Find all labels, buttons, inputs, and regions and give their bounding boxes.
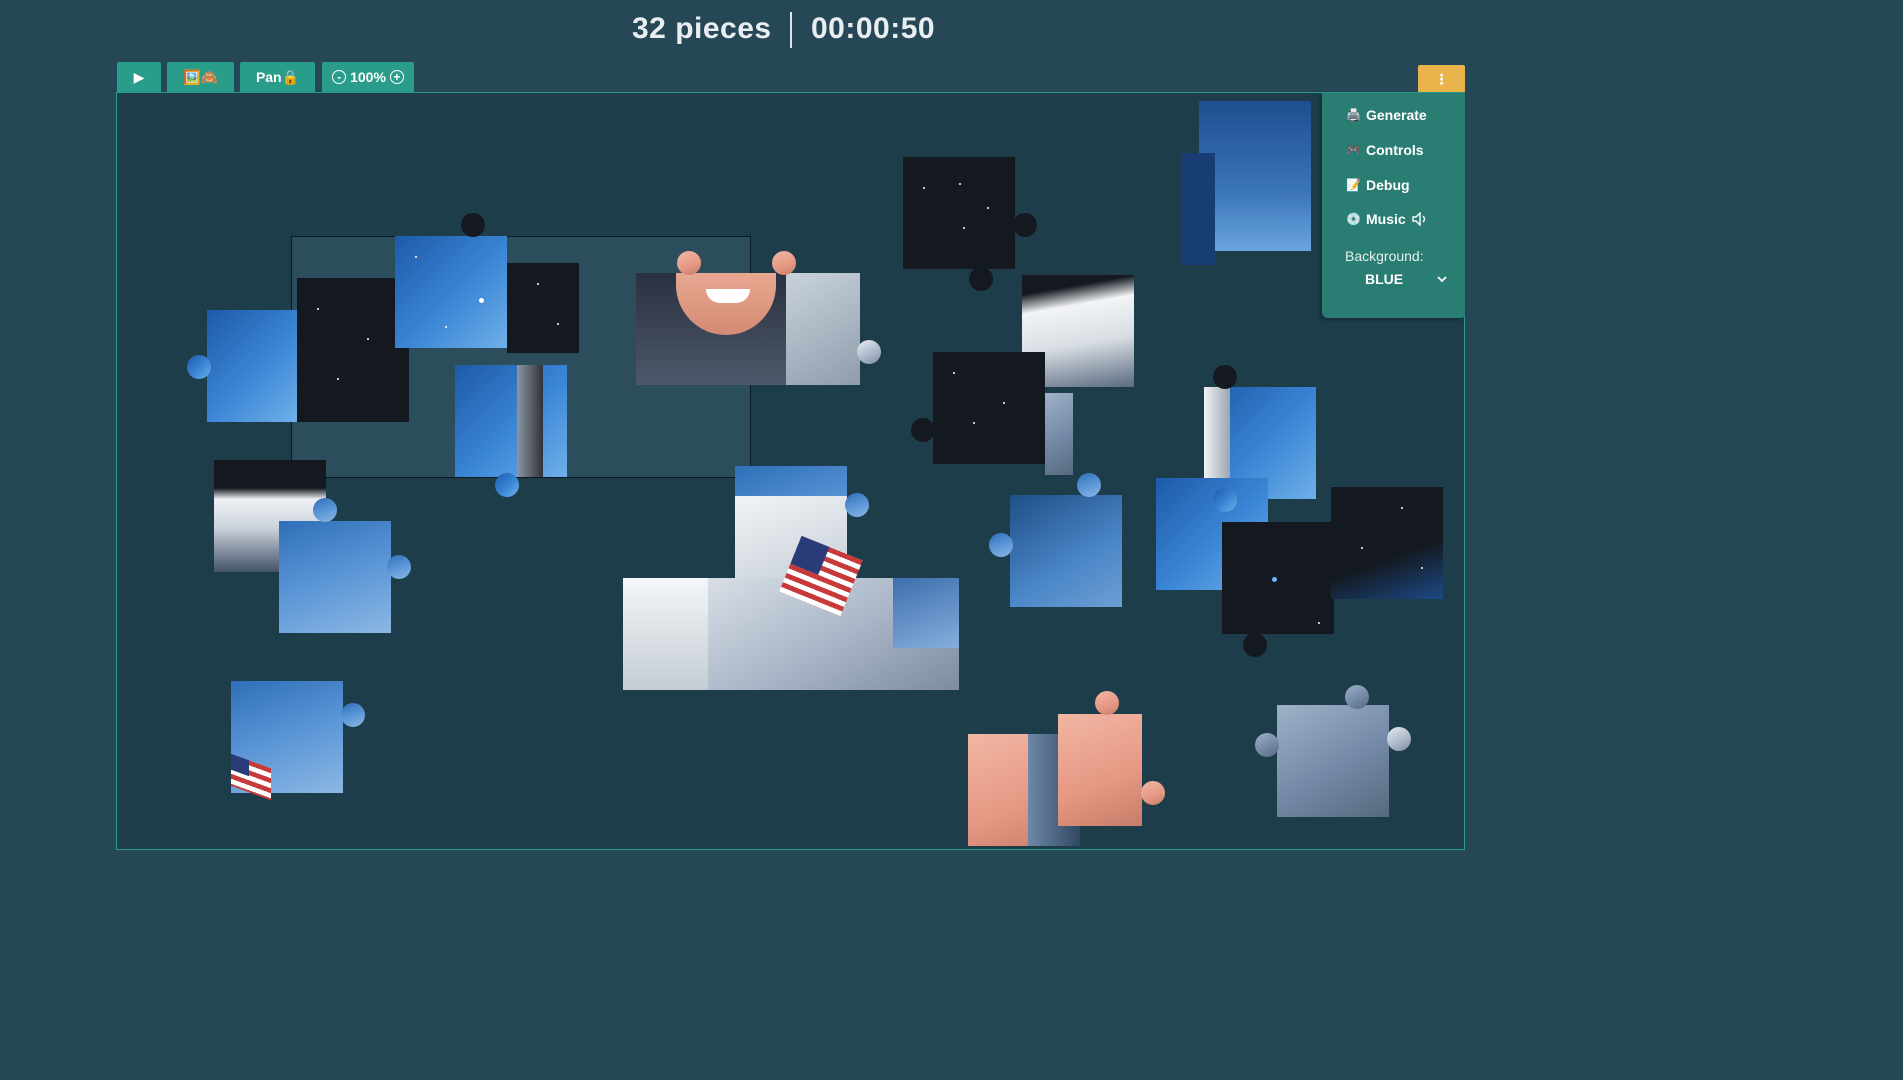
puzzle-piece[interactable]: [1222, 522, 1334, 634]
puzzle-piece-tab: [187, 355, 211, 379]
disc-icon: 💿: [1346, 212, 1361, 226]
background-label: Background:: [1345, 248, 1424, 264]
puzzle-piece[interactable]: [1199, 101, 1311, 251]
zoom-in-button[interactable]: +: [389, 70, 404, 84]
puzzle-piece-tab: [969, 267, 993, 291]
gamepad-icon: 🎮: [1346, 143, 1361, 157]
puzzle-piece[interactable]: [231, 681, 343, 801]
puzzle-piece[interactable]: [207, 310, 297, 422]
play-button[interactable]: ▶: [117, 62, 161, 92]
puzzle-piece-tab: [1213, 488, 1237, 512]
puzzle-piece-tab: [1095, 691, 1119, 715]
puzzle-piece[interactable]: [623, 535, 959, 690]
printer-icon: 🖨️: [1346, 108, 1361, 122]
menu-item-label: Generate: [1366, 107, 1427, 123]
puzzle-piece[interactable]: [455, 365, 567, 477]
game-header: 32 pieces 00:00:50: [0, 0, 1568, 60]
puzzle-piece-tab: [313, 498, 337, 522]
zoom-control: - 100% +: [322, 62, 414, 92]
menu-item-label: Music: [1366, 211, 1406, 227]
menu-item-label: Controls: [1366, 142, 1424, 158]
puzzle-piece-tab: [1013, 213, 1037, 237]
background-select-value: BLUE: [1365, 271, 1404, 287]
puzzle-piece[interactable]: [395, 236, 507, 348]
puzzle-piece-tab: [495, 473, 519, 497]
menu-item-music[interactable]: 💿 Music: [1346, 211, 1428, 227]
puzzle-piece-tab: [1387, 727, 1411, 751]
puzzle-piece-tab: [461, 213, 485, 237]
puzzle-piece-tab: [857, 340, 881, 364]
menu-toggle-button[interactable]: ⋮: [1418, 65, 1465, 93]
puzzle-piece-tab: [989, 533, 1013, 557]
puzzle-piece[interactable]: [507, 263, 579, 353]
puzzle-piece-tab: [387, 555, 411, 579]
puzzle-piece-tab: [1345, 685, 1369, 709]
puzzle-piece[interactable]: [1058, 714, 1142, 826]
memo-icon: 📝: [1346, 178, 1361, 192]
zoom-level: 100%: [350, 69, 386, 85]
puzzle-piece[interactable]: [1010, 495, 1122, 607]
preview-toggle-button[interactable]: 🖼️🙈: [167, 62, 234, 92]
menu-item-debug[interactable]: 📝 Debug: [1346, 177, 1410, 193]
piece-count: 32 pieces: [632, 12, 772, 45]
puzzle-piece[interactable]: [1045, 393, 1073, 475]
puzzle-piece-tab: [1077, 473, 1101, 497]
menu-item-controls[interactable]: 🎮 Controls: [1346, 142, 1424, 158]
puzzle-piece[interactable]: [933, 352, 1045, 464]
game-timer: 00:00:50: [811, 12, 936, 45]
puzzle-piece-tab: [1213, 365, 1237, 389]
puzzle-piece[interactable]: [903, 157, 1015, 269]
puzzle-piece[interactable]: [636, 273, 860, 385]
pan-lock-button[interactable]: Pan🔒: [240, 62, 315, 92]
puzzle-piece-tab: [772, 251, 796, 275]
puzzle-piece[interactable]: [1331, 487, 1443, 599]
puzzle-piece-tab: [911, 418, 935, 442]
puzzle-piece-tab: [1255, 733, 1279, 757]
chevron-down-icon: [1437, 276, 1447, 283]
puzzle-piece-tab: [1141, 781, 1165, 805]
puzzle-board[interactable]: [116, 92, 1465, 850]
puzzle-piece[interactable]: [279, 521, 391, 633]
puzzle-piece-tab: [341, 703, 365, 727]
puzzle-piece-tab: [1243, 633, 1267, 657]
background-select[interactable]: BLUE: [1345, 267, 1457, 291]
puzzle-piece[interactable]: [297, 278, 409, 422]
puzzle-piece[interactable]: [1277, 705, 1389, 817]
settings-menu: 🖨️ Generate 🎮 Controls 📝 Debug 💿 Music B…: [1322, 93, 1465, 318]
speaker-muted-icon[interactable]: [1411, 212, 1428, 226]
puzzle-piece[interactable]: [1181, 153, 1215, 265]
menu-item-generate[interactable]: 🖨️ Generate: [1346, 107, 1427, 123]
puzzle-piece-tab: [677, 251, 701, 275]
puzzle-piece-tab: [845, 493, 869, 517]
zoom-out-button[interactable]: -: [332, 70, 347, 84]
header-divider: [790, 12, 792, 48]
menu-item-label: Debug: [1366, 177, 1410, 193]
